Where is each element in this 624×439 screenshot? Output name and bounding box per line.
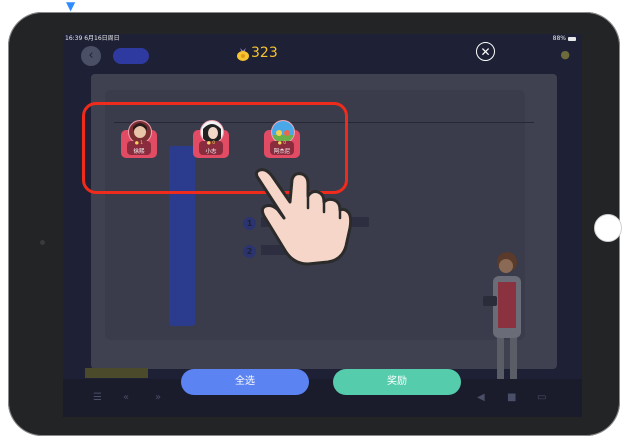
menu-icon: ☰ <box>93 392 102 403</box>
select-all-button[interactable]: 全选 <box>181 369 309 395</box>
next-icon: » <box>155 392 162 403</box>
coin-total: 323 <box>236 42 278 64</box>
coin-bag-icon <box>237 47 249 61</box>
dimmed-bottom-bar <box>63 379 582 417</box>
back-icon: ‹ <box>81 46 101 66</box>
lock-icon: ■ <box>507 392 517 403</box>
tap-hand-icon <box>254 168 353 266</box>
status-time: 16:39 6月16日周日 <box>65 35 120 42</box>
dimmed-tab <box>187 48 215 64</box>
close-button[interactable]: ✕ <box>476 42 495 61</box>
dimmed-coin-icon: ● <box>560 48 570 61</box>
volume-icon: ◀ <box>477 392 485 403</box>
coin-count: 323 <box>251 45 278 61</box>
camera-dot <box>40 240 45 245</box>
status-battery: 88% <box>553 34 576 44</box>
battery-icon <box>568 36 576 41</box>
prev-icon: « <box>123 392 130 403</box>
home-button[interactable] <box>594 214 622 242</box>
dimmed-tab <box>113 48 149 64</box>
fullscreen-icon: ▭ <box>537 392 547 403</box>
dimmed-top-bar: ‹ ● <box>63 44 582 72</box>
status-bar: 16:39 6月16日周日 88% <box>63 34 582 44</box>
dimmed-tab <box>155 48 183 64</box>
dimmed-label <box>85 368 148 378</box>
pointer-arrow-icon: ▼ <box>66 0 76 13</box>
reward-button[interactable]: 奖励 <box>333 369 461 395</box>
